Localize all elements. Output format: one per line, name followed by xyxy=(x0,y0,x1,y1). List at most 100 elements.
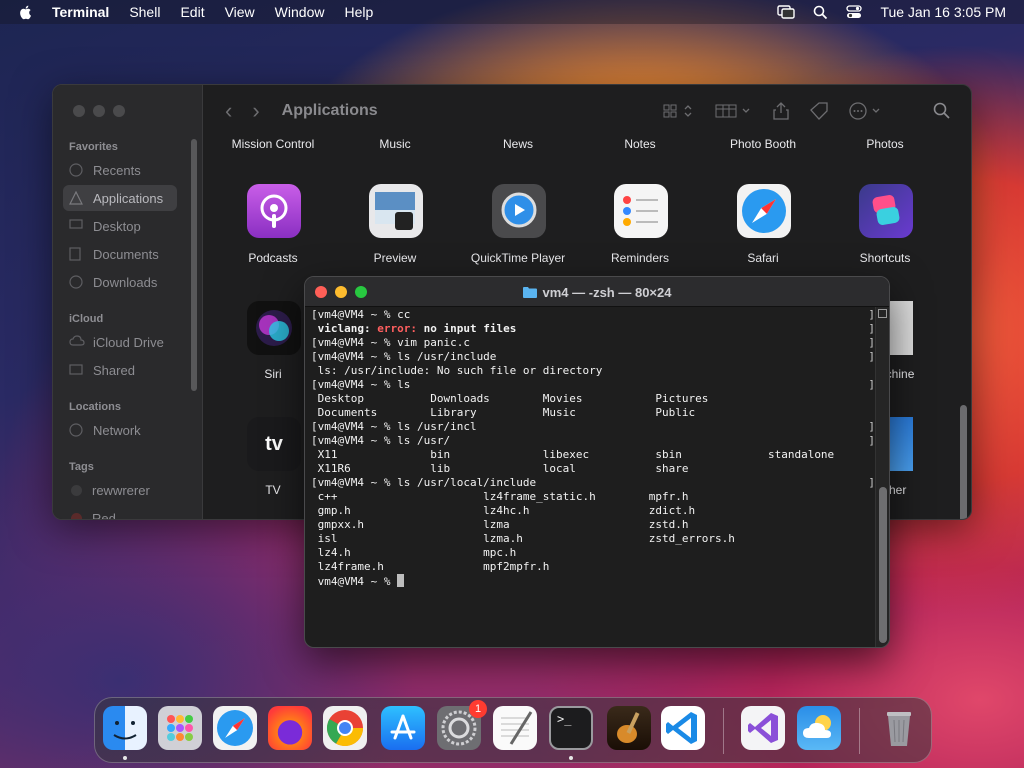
menu-edit[interactable]: Edit xyxy=(180,4,204,20)
sidebar-item-label: Desktop xyxy=(93,218,141,234)
app-label-mission-control[interactable]: Mission Control xyxy=(212,137,334,151)
sidebar-item-network[interactable]: Network xyxy=(63,417,177,443)
finder-icon[interactable] xyxy=(103,706,147,750)
menu-clock[interactable]: Tue Jan 16 3:05 PM xyxy=(880,4,1006,20)
sidebar-section-favorites: Favorites xyxy=(69,141,118,153)
tag-icon[interactable] xyxy=(809,102,829,120)
app-label-photos[interactable]: Photos xyxy=(824,137,946,151)
app-label-preview[interactable]: Preview xyxy=(334,251,456,265)
reminders-icon[interactable] xyxy=(614,184,668,238)
error-label: error: xyxy=(377,322,417,335)
menu-window[interactable]: Window xyxy=(275,4,325,20)
running-indicator xyxy=(123,756,127,760)
weather-dock-icon[interactable] xyxy=(797,706,841,750)
search-icon[interactable] xyxy=(933,102,951,120)
menu-app-terminal[interactable]: Terminal xyxy=(52,4,109,20)
more-actions-icon[interactable] xyxy=(849,102,885,120)
app-label-music[interactable]: Music xyxy=(334,137,456,151)
siri-icon[interactable] xyxy=(247,301,301,355)
sidebar-item-shared[interactable]: Shared xyxy=(63,357,177,383)
app-label-reminders[interactable]: Reminders xyxy=(579,251,701,265)
terminal-titlebar[interactable]: vm4 — -zsh — 80×24 xyxy=(305,277,889,307)
terminal-prompt-glyph: >_ xyxy=(557,712,572,726)
sidebar-tag-rewwrerer[interactable]: rewwrerer xyxy=(63,477,177,503)
sidebar-section-icloud: iCloud xyxy=(69,313,104,325)
sidebar-item-desktop[interactable]: Desktop xyxy=(63,213,177,239)
shortcuts-icon[interactable] xyxy=(859,184,913,238)
textedit-icon[interactable] xyxy=(493,706,537,750)
safari-dock-icon[interactable] xyxy=(213,706,257,750)
system-settings-icon[interactable]: 1 xyxy=(437,700,487,750)
share-icon[interactable] xyxy=(773,102,789,120)
line-marker: ] xyxy=(868,420,875,433)
quicktime-player-icon[interactable] xyxy=(492,184,546,238)
terminal-scrollbar[interactable] xyxy=(875,307,889,647)
terminal-line: c++ lz4frame_static.h mpfr.h xyxy=(311,490,689,503)
sidebar-scrollbar[interactable] xyxy=(191,139,197,391)
sidebar-item-label: rewwrerer xyxy=(92,482,150,498)
terminal-line: isl lzma.h zstd_errors.h xyxy=(311,532,735,545)
control-center-icon[interactable] xyxy=(846,5,863,19)
sidebar-item-applications[interactable]: Applications xyxy=(63,185,177,211)
desktop-icon xyxy=(69,219,85,233)
back-button[interactable]: ‹ xyxy=(225,98,232,124)
trash-icon[interactable] xyxy=(877,706,921,750)
chrome-icon[interactable] xyxy=(323,706,367,750)
sidebar-item-downloads[interactable]: Downloads xyxy=(63,269,177,295)
vscode-icon[interactable] xyxy=(661,706,705,750)
running-indicator xyxy=(569,756,573,760)
sidebar-item-icloud-drive[interactable]: iCloud Drive xyxy=(63,329,177,355)
menu-shell[interactable]: Shell xyxy=(129,4,160,20)
app-label-photo-booth[interactable]: Photo Booth xyxy=(702,137,824,151)
finder-zoom-button[interactable] xyxy=(113,105,125,117)
sidebar-item-label: iCloud Drive xyxy=(93,334,164,350)
notification-badge: 1 xyxy=(469,700,487,718)
garageband-icon[interactable] xyxy=(607,706,651,750)
terminal-scroll-thumb[interactable] xyxy=(879,487,887,643)
app-label-quicktime-player[interactable]: QuickTime Player xyxy=(457,251,579,265)
icon-view-icon[interactable] xyxy=(663,103,695,119)
visual-studio-icon[interactable] xyxy=(741,706,785,750)
app-label-shortcuts[interactable]: Shortcuts xyxy=(824,251,946,265)
apple-menu-icon[interactable] xyxy=(18,4,34,20)
terminal-line: Desktop Downloads Movies Pictures xyxy=(311,392,709,405)
sidebar-tag-red[interactable]: Red xyxy=(63,505,177,519)
terminal-window: vm4 — -zsh — 80×24 [vm4@VM4 ~ % cc vicla… xyxy=(304,276,890,648)
sidebar-item-documents[interactable]: Documents xyxy=(63,241,177,267)
finder-scrollbar[interactable] xyxy=(960,405,967,519)
app-label-notes[interactable]: Notes xyxy=(579,137,701,151)
menu-help[interactable]: Help xyxy=(344,4,373,20)
menu-view[interactable]: View xyxy=(225,4,255,20)
terminal-line: [vm4@VM4 ~ % vim panic.c xyxy=(311,336,470,349)
terminal-line: ls: /usr/include: No such file or direct… xyxy=(311,364,603,377)
scroll-lock-icon[interactable] xyxy=(878,309,887,318)
app-label-weather[interactable]: her xyxy=(889,483,949,497)
forward-button[interactable]: › xyxy=(252,98,259,124)
finder-minimize-button[interactable] xyxy=(93,105,105,117)
terminal-line: viclang: error: no input files xyxy=(311,322,517,335)
app-label-safari[interactable]: Safari xyxy=(702,251,824,265)
sidebar-item-label: Shared xyxy=(93,362,135,378)
sidebar-item-label: Network xyxy=(93,422,141,438)
tv-app-icon[interactable]: tv xyxy=(247,417,301,471)
podcasts-icon[interactable] xyxy=(247,184,301,238)
sidebar-item-recents[interactable]: Recents xyxy=(63,157,177,183)
spotlight-search-icon[interactable] xyxy=(813,5,828,20)
preview-icon[interactable] xyxy=(369,184,423,238)
terminal-dock-icon[interactable]: >_ xyxy=(549,706,593,750)
sidebar-item-label: Documents xyxy=(93,246,159,262)
terminal-title-text: vm4 — -zsh — 80×24 xyxy=(542,284,672,300)
firefox-icon[interactable] xyxy=(268,706,312,750)
finder-toolbar: ‹ › Applications xyxy=(203,85,971,137)
tag-dot-icon xyxy=(71,484,82,496)
terminal-line: [vm4@VM4 ~ % cc xyxy=(311,308,411,321)
app-store-icon[interactable] xyxy=(381,706,425,750)
terminal-output[interactable]: [vm4@VM4 ~ % cc viclang: error: no input… xyxy=(311,308,871,588)
safari-icon[interactable] xyxy=(737,184,791,238)
app-label-news[interactable]: News xyxy=(457,137,579,151)
launchpad-icon[interactable] xyxy=(158,706,202,750)
group-view-icon[interactable] xyxy=(715,103,753,119)
app-label-podcasts[interactable]: Podcasts xyxy=(212,251,334,265)
finder-close-button[interactable] xyxy=(73,105,85,117)
screen-mirroring-icon[interactable] xyxy=(777,5,796,19)
